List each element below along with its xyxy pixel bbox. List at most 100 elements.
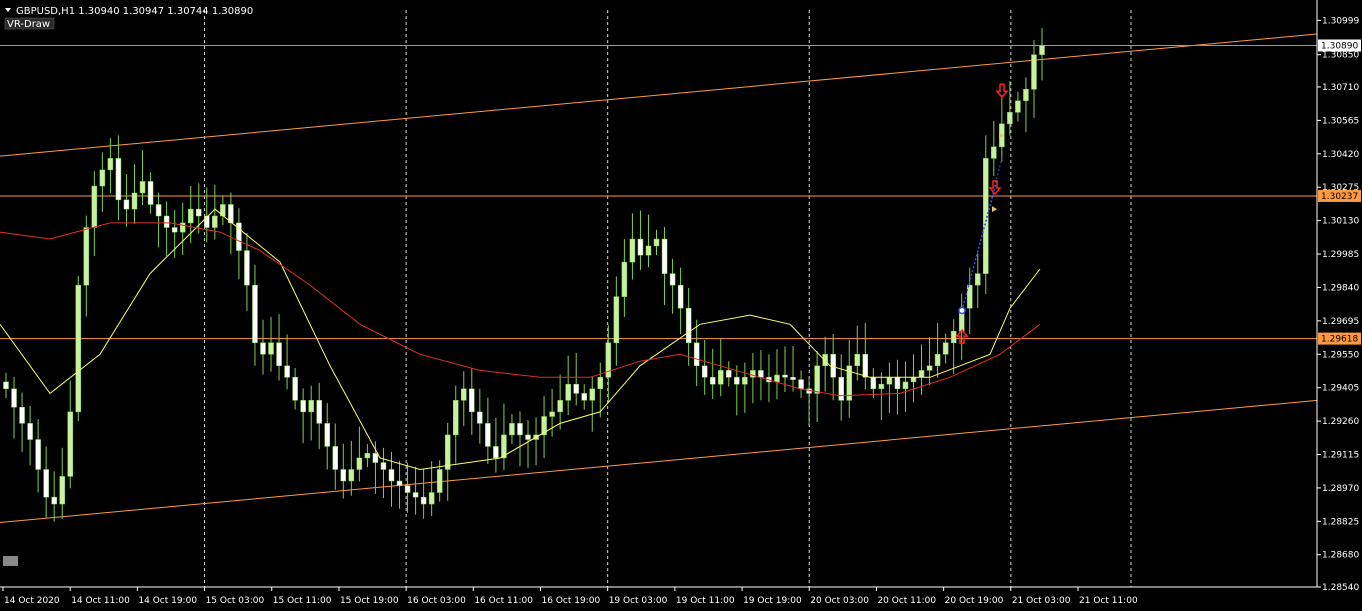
candle-body <box>862 354 869 378</box>
price-label: 1.29985 <box>1322 250 1359 260</box>
level-price-text: 1.30237 <box>1321 192 1358 202</box>
candle-body <box>372 453 379 463</box>
vr-draw-label[interactable]: VR-Draw <box>7 19 50 30</box>
candle-body <box>517 423 523 436</box>
entry-marker-icon <box>958 306 966 315</box>
candle-body <box>782 374 788 378</box>
candle-body <box>894 377 901 390</box>
candle-body <box>942 342 949 355</box>
price-label: 1.29695 <box>1322 317 1359 327</box>
candle-body <box>734 377 740 385</box>
candle-body <box>404 485 411 493</box>
candle-body <box>212 215 218 228</box>
price-label: 1.29840 <box>1322 283 1359 293</box>
time-label: 15 Oct 03:00 <box>206 596 265 606</box>
candle-body <box>629 238 636 263</box>
time-label: 20 Oct 11:00 <box>877 596 936 606</box>
candle-body <box>388 469 395 482</box>
price-label: 1.29405 <box>1322 384 1359 394</box>
time-label: 19 Oct 11:00 <box>676 596 735 606</box>
price-chart[interactable]: 1.302371.296181.30890 14 Oct 2020 14 Oct … <box>0 0 1362 611</box>
time-label: 14 Oct 2020 <box>4 596 60 606</box>
candle-body <box>284 365 290 378</box>
candle-body <box>685 307 692 343</box>
time-label: 16 Oct 19:00 <box>542 596 601 606</box>
price-label: 1.30275 <box>1322 183 1359 193</box>
candle-body <box>854 354 861 367</box>
candle-body <box>1023 89 1029 102</box>
candle-body <box>790 377 796 380</box>
candle-body <box>380 462 387 470</box>
candle-body <box>613 296 620 343</box>
candle-body <box>485 423 491 447</box>
candle-body <box>493 446 499 459</box>
candle-body <box>163 215 170 228</box>
candle-body <box>950 330 957 343</box>
candle-body <box>718 370 724 385</box>
candle-body <box>709 377 716 385</box>
candle-body <box>332 446 339 470</box>
candle-body <box>918 370 925 378</box>
candle-body <box>115 158 122 201</box>
candle-body <box>661 238 668 274</box>
candle-body <box>131 192 138 210</box>
candle-body <box>155 204 162 217</box>
candle-body <box>693 342 700 367</box>
candle-body <box>444 434 451 470</box>
scroll-box-icon[interactable] <box>3 556 18 566</box>
candle-body <box>726 370 732 378</box>
candle-body <box>597 377 604 390</box>
candle-body <box>340 469 347 482</box>
candle-body <box>589 388 596 401</box>
candle-body <box>91 185 98 228</box>
candle-body <box>677 284 684 309</box>
time-label: 14 Oct 19:00 <box>138 596 197 606</box>
candle-body <box>461 388 467 401</box>
candle-body <box>975 273 981 286</box>
candle-body <box>1015 100 1021 113</box>
candle-body <box>59 476 65 505</box>
candle-body <box>292 377 298 401</box>
candle-body <box>43 469 49 498</box>
candle-body <box>260 342 266 355</box>
candle-body <box>11 388 17 408</box>
candle-body <box>195 208 202 217</box>
candle-body <box>878 383 885 390</box>
candle-body <box>838 377 844 401</box>
candle-body <box>926 365 933 371</box>
candle-body <box>621 261 628 297</box>
candle-body <box>19 407 25 424</box>
candle-body <box>83 227 90 286</box>
time-label: 16 Oct 11:00 <box>474 596 533 606</box>
price-label: 1.30850 <box>1322 51 1359 61</box>
candle-body <box>356 457 363 470</box>
candle-body <box>637 238 644 256</box>
candle-body <box>966 284 973 309</box>
price-label: 1.28680 <box>1322 551 1359 561</box>
candle-body <box>316 400 322 424</box>
candle-body <box>774 374 780 383</box>
candle-body <box>645 245 652 256</box>
candle-body <box>798 379 804 390</box>
candle-body <box>742 377 748 385</box>
time-label: 15 Oct 11:00 <box>273 596 332 606</box>
time-label: 15 Oct 19:00 <box>340 596 399 606</box>
time-label: 16 Oct 03:00 <box>407 596 466 606</box>
time-label: 19 Oct 03:00 <box>609 596 668 606</box>
candle-body <box>1007 112 1013 125</box>
candle-body <box>3 381 9 390</box>
candle-body <box>1039 45 1045 55</box>
candle-body <box>276 342 282 367</box>
candle-body <box>565 383 571 401</box>
time-label: 20 Oct 03:00 <box>810 596 869 606</box>
candle-body <box>67 411 73 477</box>
candle-body <box>300 400 306 413</box>
candle-body <box>396 480 403 486</box>
level-price-text: 1.29618 <box>1321 335 1358 345</box>
price-label: 1.29550 <box>1322 350 1359 360</box>
candle-body <box>991 146 997 159</box>
candle-body <box>469 388 475 413</box>
candle-body <box>139 181 146 194</box>
candle-body <box>179 222 186 233</box>
candle-body <box>244 250 250 286</box>
